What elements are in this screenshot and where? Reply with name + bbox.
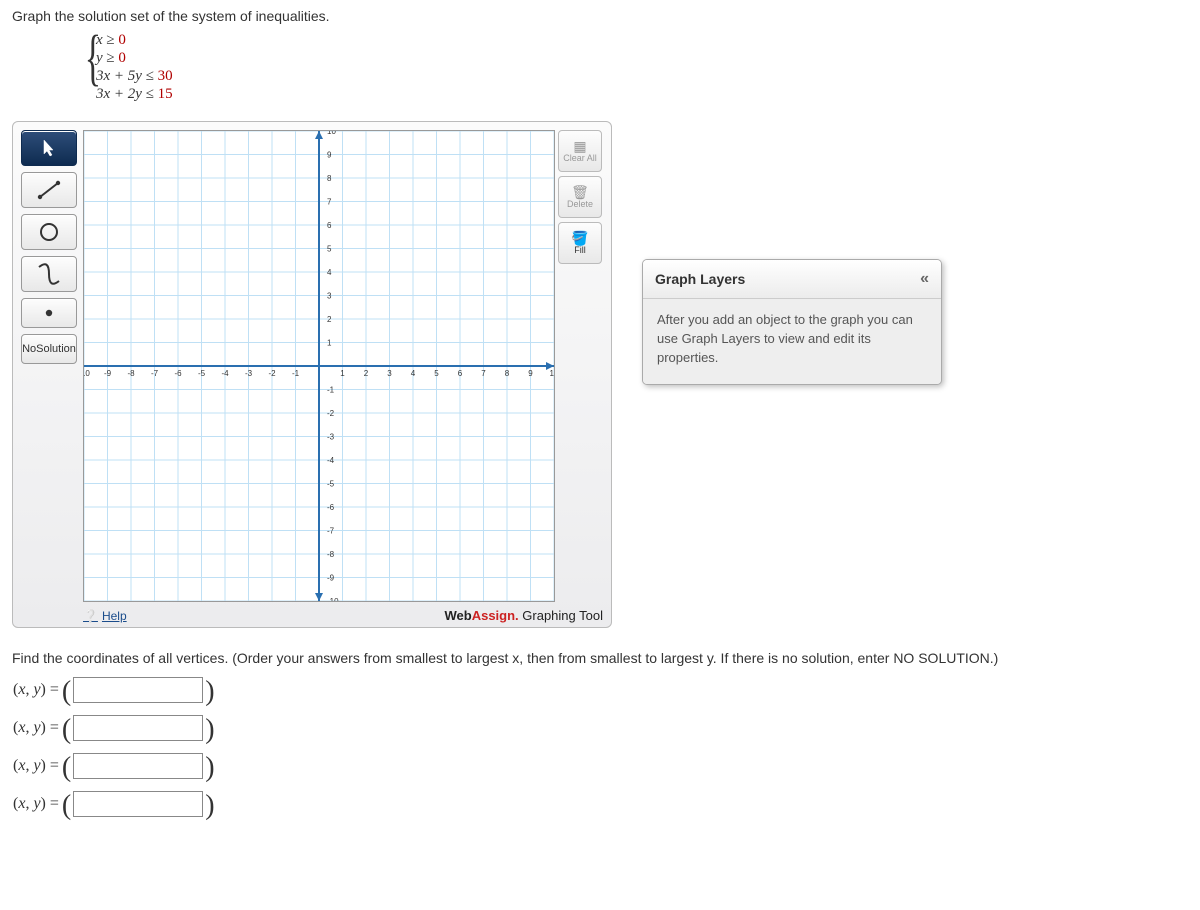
svg-text:7: 7 — [481, 369, 486, 378]
vertex-input-3[interactable] — [73, 753, 203, 779]
svg-text:-10: -10 — [84, 369, 90, 378]
svg-text:-10: -10 — [327, 597, 339, 601]
svg-text:6: 6 — [327, 221, 332, 230]
graph-canvas[interactable]: -10 -9 -8 -7 -6 -5 -4 -3 -2 -1 1 2 3 4 5 6 7 8 9 10 -10 -9 -8 -… — [83, 130, 555, 602]
svg-text:2: 2 — [327, 315, 332, 324]
action-rail: ▦ Clear All 🗑 Delete 🪣 Fill — [557, 130, 603, 264]
graph-layers-panel: Graph Layers « After you add an object t… — [642, 259, 942, 385]
vertex-input-1[interactable] — [73, 677, 203, 703]
answer-row-2: (x, y) = ( ) — [12, 714, 1188, 742]
answer-row-1: (x, y) = ( ) — [12, 676, 1188, 704]
line-icon — [37, 180, 61, 200]
svg-text:-2: -2 — [268, 369, 276, 378]
svg-text:-9: -9 — [104, 369, 112, 378]
svg-text:-7: -7 — [327, 527, 335, 536]
help-link[interactable]: ❔ Help — [83, 609, 127, 623]
svg-text:6: 6 — [458, 369, 463, 378]
svg-text:9: 9 — [528, 369, 533, 378]
svg-text:-3: -3 — [327, 433, 335, 442]
svg-text:-7: -7 — [151, 369, 159, 378]
clear-all-button[interactable]: ▦ Clear All — [558, 130, 602, 172]
panel-title: Graph Layers — [655, 271, 745, 287]
svg-text:1: 1 — [327, 339, 332, 348]
svg-text:-8: -8 — [127, 369, 135, 378]
svg-text:-4: -4 — [327, 456, 335, 465]
help-icon: ❔ — [83, 609, 98, 623]
svg-text:7: 7 — [327, 198, 332, 207]
svg-text:-1: -1 — [292, 369, 300, 378]
circle-icon — [38, 221, 60, 243]
circle-tool[interactable] — [21, 214, 77, 250]
pointer-icon — [42, 139, 56, 157]
pointer-tool[interactable] — [21, 130, 77, 166]
no-solution-button[interactable]: NoSolution — [21, 334, 77, 364]
svg-text:10: 10 — [327, 131, 336, 136]
answer-row-3: (x, y) = ( ) — [12, 752, 1188, 780]
answer-row-4: (x, y) = ( ) — [12, 790, 1188, 818]
graphing-tool-frame: NoSolution ▦ Clear All 🗑 Delete 🪣 Fill -… — [12, 121, 612, 628]
tool-palette: NoSolution — [21, 130, 77, 364]
fill-icon: 🪣 — [571, 231, 588, 245]
svg-text:1: 1 — [340, 369, 345, 378]
svg-text:2: 2 — [364, 369, 369, 378]
point-tool[interactable] — [21, 298, 77, 328]
clear-icon: ▦ — [573, 139, 586, 153]
svg-text:5: 5 — [327, 245, 332, 254]
line-tool[interactable] — [21, 172, 77, 208]
inequality-system: { x ≥ 0 y ≥ 0 3x + 5y ≤ 30 3x + 2y ≤ 15 — [82, 32, 1188, 103]
svg-text:8: 8 — [505, 369, 510, 378]
left-brace: { — [85, 30, 101, 86]
question-prompt: Graph the solution set of the system of … — [12, 8, 1188, 24]
fill-button[interactable]: 🪣 Fill — [558, 222, 602, 264]
svg-text:5: 5 — [434, 369, 439, 378]
svg-text:3: 3 — [387, 369, 392, 378]
svg-text:-6: -6 — [327, 503, 335, 512]
dot-icon — [44, 308, 54, 318]
trash-icon: 🗑 — [571, 185, 589, 199]
curve-tool[interactable] — [21, 256, 77, 292]
vertex-input-4[interactable] — [73, 791, 203, 817]
svg-text:-9: -9 — [327, 574, 335, 583]
svg-text:-4: -4 — [221, 369, 229, 378]
svg-text:9: 9 — [327, 151, 332, 160]
svg-text:4: 4 — [327, 268, 332, 277]
svg-text:-5: -5 — [327, 480, 335, 489]
curve-icon — [36, 263, 62, 285]
svg-text:-8: -8 — [327, 550, 335, 559]
vertex-input-2[interactable] — [73, 715, 203, 741]
webassign-brand: WebAssign. Graphing Tool — [444, 608, 603, 623]
svg-text:8: 8 — [327, 174, 332, 183]
delete-button[interactable]: 🗑 Delete — [558, 176, 602, 218]
svg-text:-1: -1 — [327, 386, 335, 395]
svg-text:-3: -3 — [245, 369, 253, 378]
svg-text:10: 10 — [550, 369, 554, 378]
vertices-question: Find the coordinates of all vertices. (O… — [12, 650, 1188, 666]
svg-text:4: 4 — [411, 369, 416, 378]
collapse-icon[interactable]: « — [920, 270, 929, 288]
svg-text:3: 3 — [327, 292, 332, 301]
svg-text:-5: -5 — [198, 369, 206, 378]
svg-text:-6: -6 — [174, 369, 182, 378]
panel-body: After you add an object to the graph you… — [643, 299, 941, 384]
svg-text:-2: -2 — [327, 409, 335, 418]
